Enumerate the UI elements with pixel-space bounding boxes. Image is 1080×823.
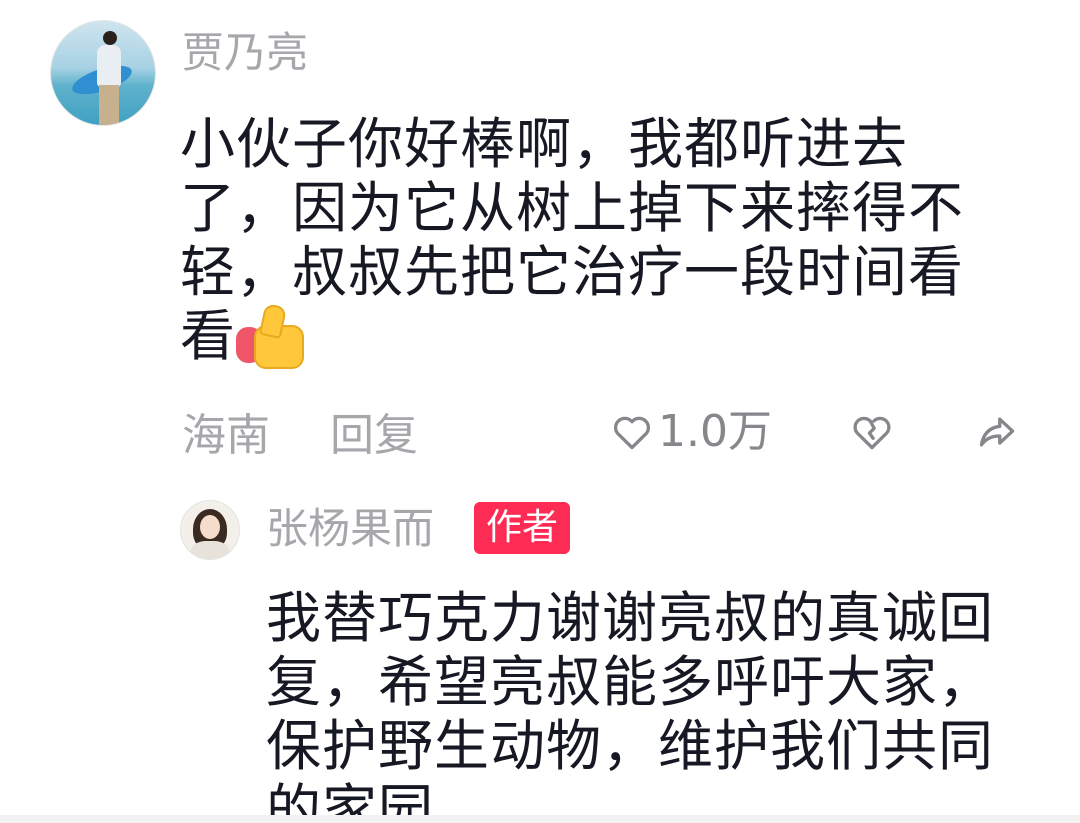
comment-line: 轻，叔叔先把它治疗一段时间看 — [180, 240, 965, 304]
comment-text: 小伙子你好棒啊，我都听进去 了，因为它从树上掉下来摔得不 轻，叔叔先把它治疗一段… — [180, 112, 1040, 369]
share-button[interactable] — [974, 410, 1020, 454]
broken-heart-icon — [853, 416, 891, 450]
bottom-divider — [0, 815, 1080, 823]
comment-line: 小伙子你好棒啊，我都听进去 — [180, 112, 909, 176]
reply-line: 我替巧克力谢谢亮叔的真诚回 — [266, 586, 995, 650]
reply-line: 复，希望亮叔能多呼吁大家， — [266, 650, 995, 714]
reply-text: 我替巧克力谢谢亮叔的真诚回 复，希望亮叔能多呼吁大家， 保护野生动物，维护我们共… — [266, 586, 1056, 815]
comment-location: 海南 — [182, 410, 270, 461]
comment-line: 了，因为它从树上掉下来摔得不 — [180, 176, 965, 240]
share-arrow-icon — [979, 417, 1015, 447]
reply-line: 的家园 — [266, 778, 435, 815]
author-badge: 作者 — [474, 502, 571, 554]
commenter-avatar[interactable] — [50, 20, 156, 126]
thumbs-up-icon — [236, 303, 306, 369]
commenter-username[interactable]: 贾乃亮 — [182, 32, 308, 74]
heart-outline-icon — [613, 416, 651, 450]
comment-thread: 贾乃亮 小伙子你好棒啊，我都听进去 了，因为它从树上掉下来摔得不 轻，叔叔先把它… — [0, 0, 1080, 815]
reply-author-avatar[interactable] — [180, 500, 240, 560]
dislike-button[interactable] — [850, 410, 894, 454]
like-button[interactable]: 1.0万 — [610, 410, 772, 454]
reply-button[interactable]: 回复 — [330, 414, 418, 458]
reply-username[interactable]: 张杨果而 — [266, 508, 434, 550]
like-count: 1.0万 — [658, 406, 772, 457]
comment-line-text: 看 — [180, 304, 237, 368]
comment-line-last: 看 — [180, 303, 1040, 369]
reply-line: 保护野生动物，维护我们共同 — [266, 714, 995, 778]
